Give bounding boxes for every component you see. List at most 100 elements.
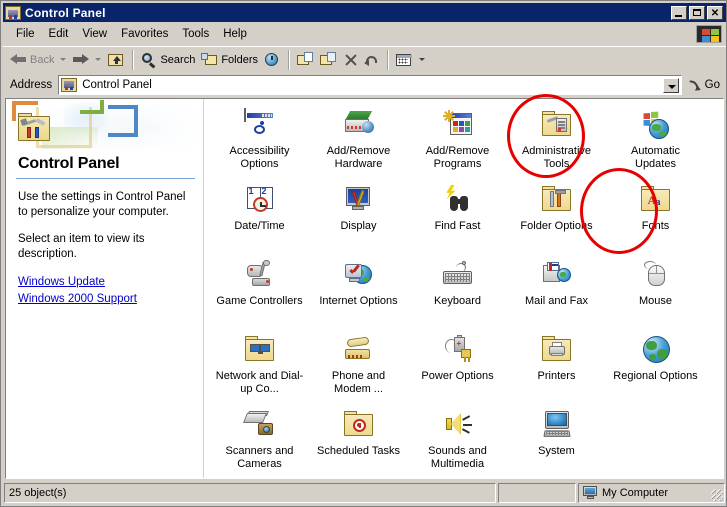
- item-mouse[interactable]: Mouse: [606, 253, 705, 328]
- item-automatic-updates[interactable]: Automatic Updates: [606, 103, 705, 178]
- item-folder-options[interactable]: Folder Options: [507, 178, 606, 253]
- delete-button[interactable]: [340, 49, 361, 71]
- info-description-2: Select an item to view its description.: [18, 233, 145, 260]
- window-controls: ✕: [671, 5, 723, 20]
- my-computer-icon: [583, 486, 598, 500]
- undo-button[interactable]: [361, 49, 383, 71]
- item-internet-options[interactable]: Internet Options: [309, 253, 408, 328]
- toolbar-separator-3: [387, 49, 390, 70]
- item-printers[interactable]: Printers: [507, 328, 606, 403]
- menu-item-favorites[interactable]: Favorites: [114, 26, 175, 42]
- add-remove-hardware-icon: [343, 109, 375, 141]
- copy-to-button[interactable]: [317, 49, 340, 71]
- status-bar: 25 object(s) My Computer: [4, 483, 725, 503]
- fonts-icon: Aa: [640, 184, 672, 216]
- folder-options-icon: [541, 184, 573, 216]
- item-label: Game Controllers: [216, 295, 303, 307]
- go-label: Go: [704, 79, 720, 91]
- search-button[interactable]: Search: [138, 49, 198, 71]
- move-to-button[interactable]: [294, 49, 317, 71]
- item-keyboard[interactable]: Keyboard: [408, 253, 507, 328]
- item-add-remove-hardware[interactable]: Add/Remove Hardware: [309, 103, 408, 178]
- item-fonts[interactable]: Aa Fonts: [606, 178, 705, 253]
- address-control-panel-icon: [61, 78, 78, 92]
- item-label: Date/Time: [234, 220, 285, 232]
- toolbar-separator: [132, 49, 135, 70]
- control-panel-icon: [5, 5, 21, 20]
- go-button[interactable]: Go: [682, 79, 726, 93]
- scanners-and-cameras-icon: [242, 409, 276, 441]
- menu-item-edit[interactable]: Edit: [42, 26, 76, 42]
- item-display[interactable]: Display: [309, 178, 408, 253]
- item-sounds-and-multimedia[interactable]: Sounds and Multimedia: [408, 403, 507, 478]
- item-label: Administrative Tools: [521, 145, 592, 170]
- address-bar: Address Control Panel Go: [3, 74, 726, 96]
- back-button[interactable]: Back: [7, 49, 57, 71]
- views-dropdown-icon[interactable]: [419, 58, 426, 61]
- history-button[interactable]: [261, 49, 284, 71]
- item-phone-and-modem-options[interactable]: Phone and Modem ...: [309, 328, 408, 403]
- back-dropdown-icon[interactable]: [60, 58, 67, 61]
- item-label: Mail and Fax: [525, 295, 588, 307]
- forward-dropdown-icon[interactable]: [95, 58, 102, 61]
- link-windows-2000-support[interactable]: Windows 2000 Support: [18, 291, 193, 307]
- item-scheduled-tasks[interactable]: Scheduled Tasks: [309, 403, 408, 478]
- item-network-and-dialup-connections[interactable]: Network and Dial-up Co...: [210, 328, 309, 403]
- item-label: Mouse: [638, 295, 673, 307]
- history-icon: [264, 52, 281, 67]
- item-system[interactable]: System: [507, 403, 606, 478]
- address-dropdown-button[interactable]: [662, 78, 679, 93]
- item-label: Phone and Modem ...: [331, 370, 386, 395]
- link-windows-update[interactable]: Windows Update: [18, 274, 193, 290]
- item-scanners-and-cameras[interactable]: Scanners and Cameras: [210, 403, 309, 478]
- info-pane: Control Panel Use the settings in Contro…: [6, 99, 204, 478]
- scheduled-tasks-icon: [343, 409, 375, 441]
- resize-grip[interactable]: [711, 489, 723, 501]
- close-button[interactable]: ✕: [707, 5, 723, 20]
- item-find-fast[interactable]: Find Fast: [408, 178, 507, 253]
- item-label: Fonts: [641, 220, 670, 232]
- forward-button[interactable]: [69, 49, 92, 71]
- item-label: Power Options: [421, 370, 494, 382]
- mouse-icon: [640, 259, 672, 291]
- copy-to-folder-icon: [320, 52, 337, 67]
- power-options-icon: +: [442, 334, 474, 366]
- menu-item-view[interactable]: View: [75, 26, 114, 42]
- network-dialup-icon: [244, 334, 276, 366]
- delete-icon: [343, 52, 358, 67]
- item-administrative-tools[interactable]: Administrative Tools: [507, 103, 606, 178]
- item-accessibility-options[interactable]: Accessibility Options: [210, 103, 309, 178]
- item-regional-options[interactable]: Regional Options: [606, 328, 705, 403]
- keyboard-icon: [442, 259, 474, 291]
- menu-item-help[interactable]: Help: [216, 26, 254, 42]
- item-mail-and-fax[interactable]: Mail and Fax: [507, 253, 606, 328]
- views-button[interactable]: [393, 49, 431, 71]
- folders-button[interactable]: Folders: [198, 49, 261, 71]
- address-input[interactable]: Control Panel: [58, 75, 682, 95]
- item-game-controllers[interactable]: Game Controllers: [210, 253, 309, 328]
- item-label: Scheduled Tasks: [317, 445, 400, 457]
- control-panel-large-icon: [18, 113, 52, 143]
- game-controllers-icon: [244, 259, 276, 291]
- item-label: Keyboard: [433, 295, 482, 307]
- item-add-remove-programs[interactable]: Add/Remove Programs: [408, 103, 507, 178]
- item-label: Regional Options: [613, 370, 698, 382]
- forward-arrow-icon: [72, 53, 90, 67]
- search-icon: [141, 52, 157, 69]
- menu-item-tools[interactable]: Tools: [175, 26, 216, 42]
- item-power-options[interactable]: + Power Options: [408, 328, 507, 403]
- item-label: Automatic Updates: [631, 145, 680, 170]
- minimize-button[interactable]: [671, 5, 687, 20]
- item-label: Accessibility Options: [229, 145, 290, 170]
- item-users-and-passwords[interactable]: Users and Passwords: [210, 478, 309, 479]
- up-button[interactable]: [104, 49, 128, 71]
- menu-item-file[interactable]: File: [9, 26, 42, 42]
- internet-options-icon: [343, 259, 375, 291]
- item-date-time[interactable]: 12 Date/Time: [210, 178, 309, 253]
- maximize-button[interactable]: [689, 5, 705, 20]
- close-icon: ✕: [710, 7, 720, 19]
- accessibility-options-icon: [243, 108, 276, 141]
- status-location-panel: My Computer: [578, 483, 725, 503]
- icon-grid: Accessibility Options Add/Remove Hardwar…: [204, 103, 723, 479]
- info-pane-banner: [6, 99, 203, 155]
